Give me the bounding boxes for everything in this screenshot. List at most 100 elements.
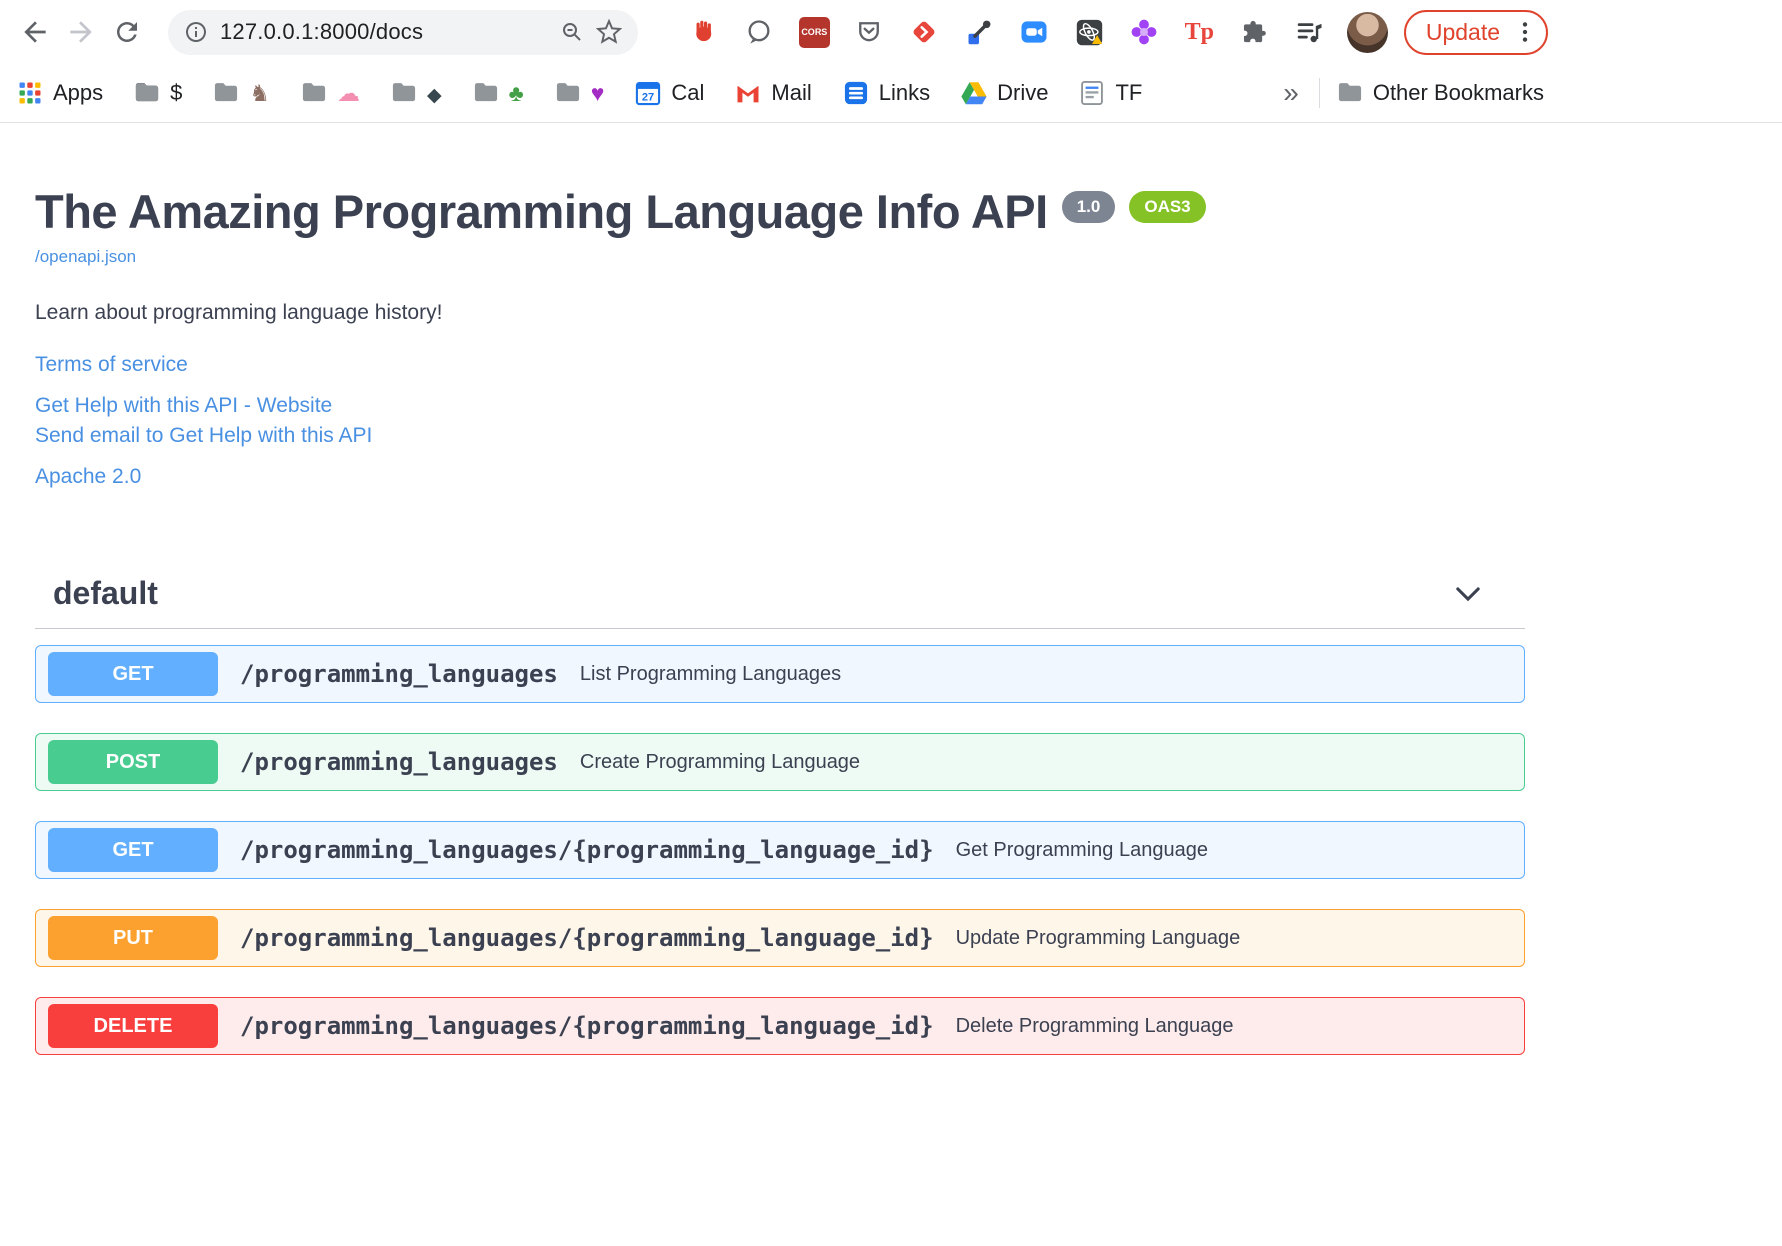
bookmarks-overflow-chevron[interactable]: »: [1279, 77, 1303, 109]
section-title: default: [53, 575, 158, 612]
browser-toolbar: 127.0.0.1:8000/docs CORS Tp Update: [0, 0, 1560, 64]
forward-button[interactable]: [58, 9, 104, 55]
bookmark-star-icon[interactable]: [596, 19, 622, 45]
bookmark-folder-purple-heart[interactable]: [554, 79, 605, 107]
method-badge: GET: [48, 652, 218, 697]
herb-emoji-icon: [509, 82, 524, 105]
speech-bubble-extension-icon[interactable]: [744, 17, 775, 48]
api-info-block: The Amazing Programming Language Info AP…: [35, 185, 1525, 489]
chevron-down-icon[interactable]: [1451, 577, 1485, 611]
bookmark-label: Mail: [771, 80, 812, 105]
apps-shortcut[interactable]: Apps: [16, 79, 103, 107]
method-badge: DELETE: [48, 1004, 218, 1049]
bookmark-folder-dollar[interactable]: $: [133, 79, 182, 107]
bookmark-gmail[interactable]: Mail: [734, 79, 812, 107]
bookmark-tf[interactable]: TF: [1078, 79, 1142, 107]
bookmark-links[interactable]: Links: [842, 79, 930, 107]
page-title: The Amazing Programming Language Info AP…: [35, 185, 1525, 239]
license-link[interactable]: Apache 2.0: [35, 465, 1525, 489]
section-default: default GET /programming_languages List …: [35, 569, 1525, 1056]
brain-emoji-icon: [337, 82, 360, 105]
bookmark-folder-herb[interactable]: [472, 79, 524, 107]
version-badge: 1.0: [1061, 191, 1116, 223]
help-email-link[interactable]: Send email to Get Help with this API: [35, 424, 1525, 448]
endpoint-summary: List Programming Languages: [579, 662, 842, 685]
video-call-extension-icon[interactable]: [1019, 17, 1050, 48]
address-bar[interactable]: 127.0.0.1:8000/docs: [168, 9, 638, 55]
bookmark-folder-graduation[interactable]: [390, 79, 442, 107]
update-button[interactable]: Update: [1403, 9, 1548, 55]
openapi-json-link[interactable]: /openapi.json: [35, 247, 136, 267]
back-arrow-icon: [24, 21, 46, 43]
hand-blocker-extension-icon[interactable]: [689, 17, 720, 48]
endpoint-path: /programming_languages/{programming_lang…: [240, 836, 934, 865]
folder-icon: [302, 83, 326, 102]
endpoint-summary: Update Programming Language: [955, 926, 1241, 949]
folder-icon: [215, 83, 238, 102]
bookmark-folder-brain[interactable]: [300, 79, 360, 107]
terms-of-service-link[interactable]: Terms of service: [35, 353, 1525, 377]
eyedropper-extension-icon[interactable]: [964, 17, 995, 48]
zoom-icon[interactable]: [560, 20, 584, 44]
tp-label: Tp: [1184, 18, 1214, 45]
apps-label: Apps: [53, 80, 104, 105]
folder-icon: [136, 83, 159, 102]
endpoint-summary: Create Programming Language: [579, 750, 861, 773]
bookmark-drive[interactable]: Drive: [960, 79, 1048, 107]
endpoint-path: /programming_languages: [240, 660, 558, 689]
cors-label: CORS: [801, 27, 828, 37]
endpoint-row-get-one[interactable]: GET /programming_languages/{programming_…: [35, 821, 1525, 880]
folder-icon: [556, 83, 579, 102]
bookmark-calendar[interactable]: 27 Cal: [634, 79, 704, 107]
atom-warning-extension-icon[interactable]: [1074, 17, 1105, 48]
arrow-diamond-extension-icon[interactable]: [909, 17, 940, 48]
section-default-header[interactable]: default: [35, 569, 1525, 630]
endpoint-row-put-update[interactable]: PUT /programming_languages/{programming_…: [35, 909, 1525, 968]
horse-emoji-icon: [249, 82, 270, 105]
svg-text:27: 27: [642, 92, 654, 104]
method-badge: GET: [48, 828, 218, 873]
api-title-text: The Amazing Programming Language Info AP…: [35, 185, 1048, 238]
endpoint-row-delete[interactable]: DELETE /programming_languages/{programmi…: [35, 997, 1525, 1056]
reload-icon: [117, 22, 137, 42]
forward-arrow-icon: [70, 21, 92, 43]
drive-icon: [961, 82, 987, 105]
endpoint-path: /programming_languages/{programming_lang…: [240, 1012, 934, 1041]
bookmarks-bar-right: » Other Bookmarks: [1279, 77, 1544, 109]
update-label: Update: [1425, 18, 1500, 45]
page-info-icon[interactable]: [184, 20, 208, 44]
music-queue-extension-icon[interactable]: [1294, 17, 1325, 48]
document-icon: [1081, 80, 1104, 106]
back-button[interactable]: [12, 9, 58, 55]
url-text: 127.0.0.1:8000/docs: [220, 19, 424, 44]
cors-extension-icon[interactable]: CORS: [798, 16, 830, 48]
bookmark-folder-horse[interactable]: [212, 79, 270, 107]
extension-icons-row: CORS Tp: [689, 16, 1325, 48]
api-description: Learn about programming language history…: [35, 301, 443, 325]
endpoint-row-post-create[interactable]: POST /programming_languages Create Progr…: [35, 733, 1525, 792]
endpoint-path: /programming_languages/{programming_lang…: [240, 924, 934, 953]
puzzle-extensions-icon[interactable]: [1239, 17, 1270, 48]
bookmarks-bar: Apps $ 27 Cal: [0, 64, 1560, 122]
oas3-badge: OAS3: [1129, 191, 1206, 223]
bookmark-label: Links: [878, 80, 931, 105]
bookmark-label: Drive: [997, 80, 1049, 105]
help-website-link[interactable]: Get Help with this API - Website: [35, 394, 1525, 418]
purple-heart-emoji-icon: [591, 82, 605, 105]
endpoint-summary: Delete Programming Language: [955, 1014, 1234, 1037]
method-badge: POST: [48, 740, 218, 785]
kebab-menu-icon[interactable]: [1512, 19, 1538, 45]
swagger-docs-page: The Amazing Programming Language Info AP…: [35, 123, 1525, 1056]
flower-extension-icon[interactable]: [1129, 17, 1160, 48]
bookmark-label: $: [170, 80, 183, 105]
profile-avatar[interactable]: [1346, 11, 1388, 53]
other-bookmarks[interactable]: Other Bookmarks: [1336, 79, 1544, 107]
tp-extension-icon[interactable]: Tp: [1184, 17, 1215, 48]
reload-button[interactable]: [104, 9, 150, 55]
other-bookmarks-label: Other Bookmarks: [1372, 80, 1544, 105]
pocket-extension-icon[interactable]: [854, 17, 885, 48]
endpoint-row-get-list[interactable]: GET /programming_languages List Programm…: [35, 645, 1525, 704]
bookmarks-separator: [1318, 78, 1320, 108]
gmail-icon: [737, 86, 760, 103]
graduation-cap-emoji-icon: [427, 82, 442, 105]
